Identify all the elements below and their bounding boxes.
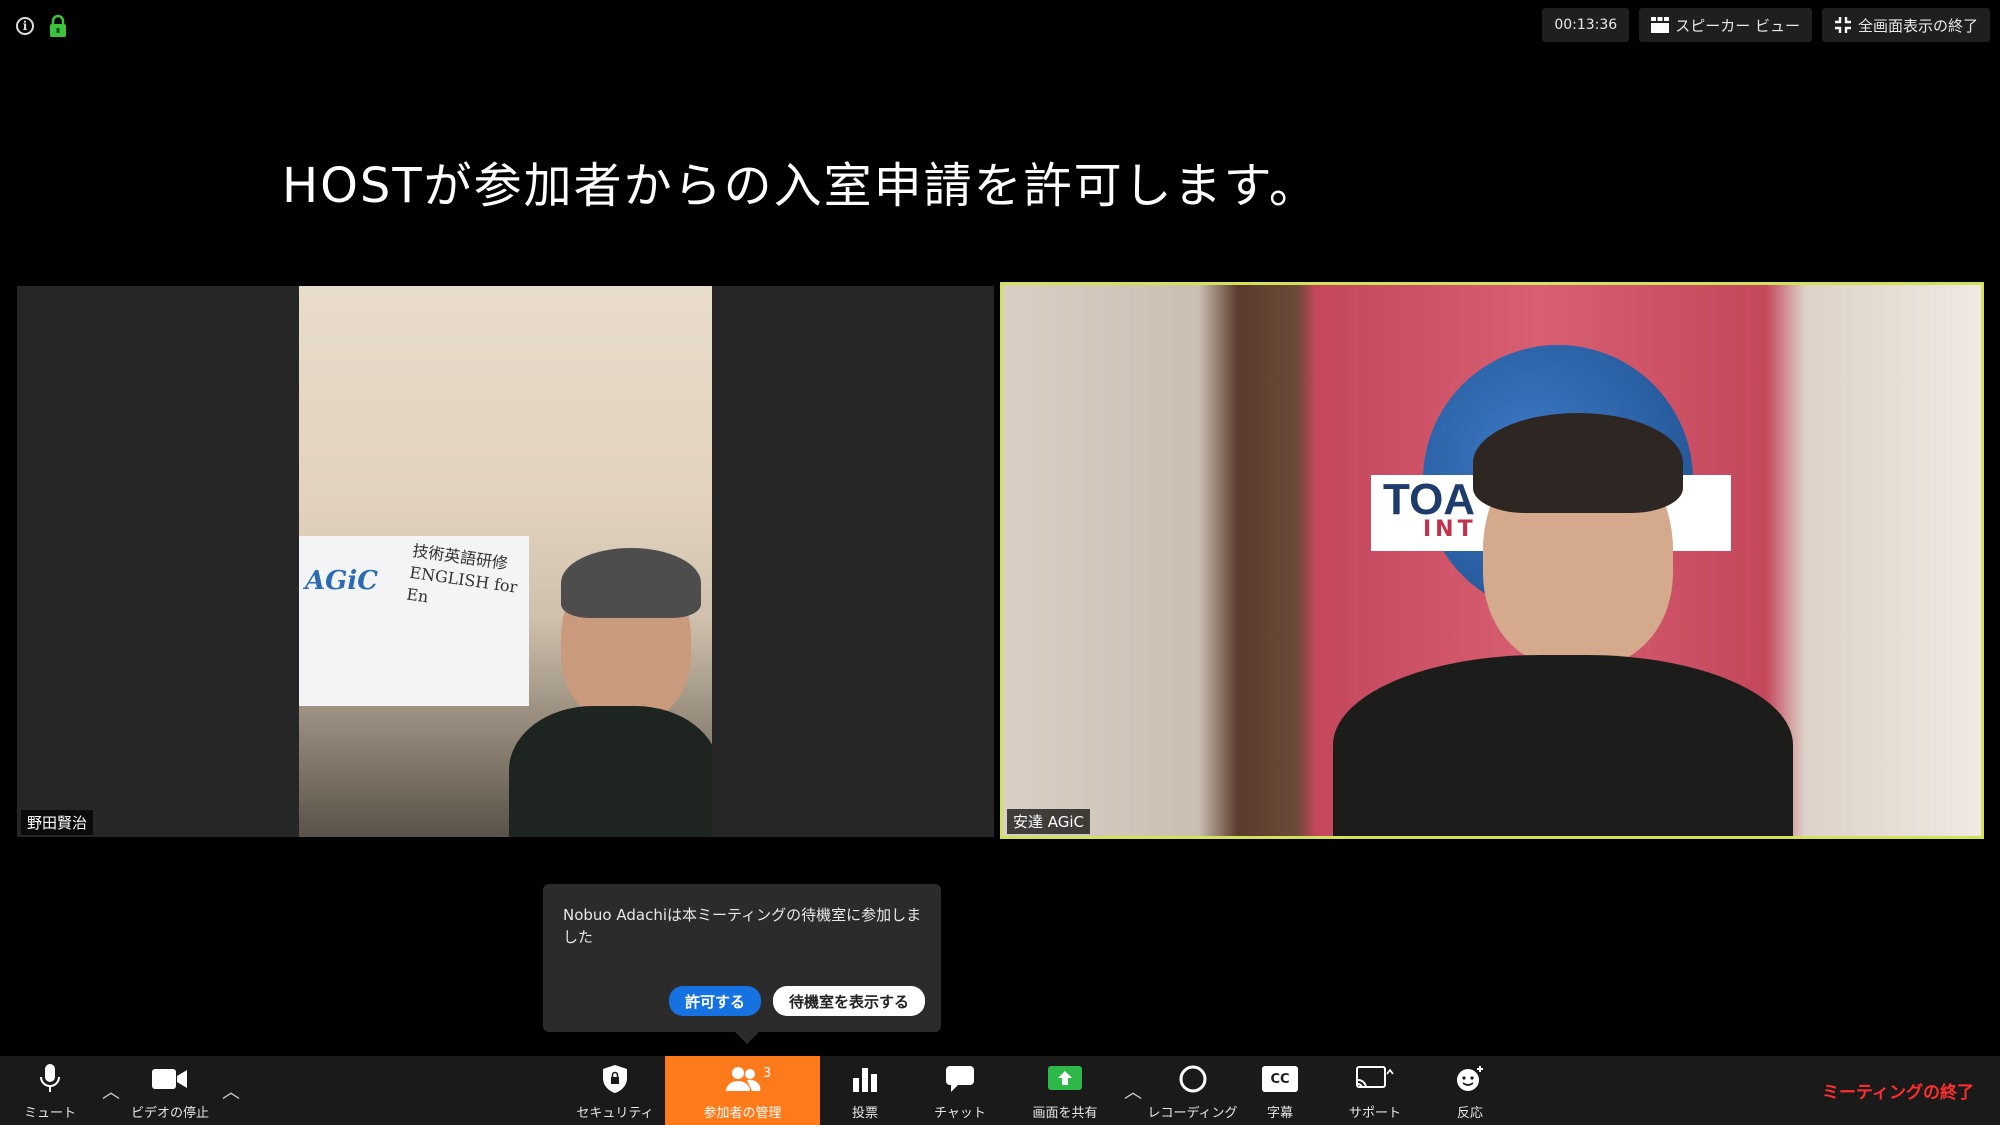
share-screen-button[interactable]: 画面を共有 bbox=[1015, 1056, 1115, 1125]
closed-captions-icon: CC bbox=[1262, 1066, 1298, 1092]
reactions-button[interactable]: 反応 bbox=[1440, 1056, 1500, 1125]
share-options-chevron-icon[interactable]: ︿ bbox=[1124, 1078, 1142, 1104]
security-button[interactable]: セキュリティ bbox=[570, 1056, 660, 1125]
support-button[interactable]: サポート bbox=[1335, 1056, 1415, 1125]
manage-participants-button[interactable]: 3 参加者の管理 bbox=[665, 1056, 820, 1125]
support-label: サポート bbox=[1348, 1106, 1401, 1121]
smiley-plus-icon bbox=[1457, 1066, 1483, 1091]
participants-count-badge: 3 bbox=[763, 1066, 772, 1081]
chat-button[interactable]: チャット bbox=[920, 1056, 1000, 1125]
meeting-toolbar: ミュート ︿ ビデオの停止 ︿ セキュリティ 3 参加者の管理 投票 チャット … bbox=[0, 1056, 2000, 1125]
participant-video: AGiC 技術英語研修 ENGLISH for En bbox=[299, 286, 712, 837]
audio-options-chevron-icon[interactable]: ︿ bbox=[102, 1078, 120, 1104]
speaker-view-button[interactable]: スピーカー ビュー bbox=[1639, 8, 1812, 42]
admit-button[interactable]: 許可する bbox=[668, 986, 761, 1016]
video-options-chevron-icon[interactable]: ︿ bbox=[222, 1078, 240, 1104]
stop-video-label: ビデオの停止 bbox=[130, 1106, 209, 1121]
notification-actions: 許可する 待機室を表示する bbox=[668, 986, 925, 1016]
security-label: セキュリティ bbox=[576, 1106, 654, 1121]
mute-label: ミュート bbox=[23, 1106, 76, 1121]
participant-body bbox=[509, 706, 712, 837]
participant-hair bbox=[561, 548, 701, 618]
bar-chart-icon bbox=[853, 1068, 877, 1092]
video-tile-right-active-speaker[interactable]: TOA INT 安達 AGiC bbox=[1000, 282, 1984, 839]
microphone-icon bbox=[40, 1064, 60, 1092]
video-camera-icon bbox=[152, 1069, 187, 1089]
poster-text: 技術英語研修 ENGLISH for En bbox=[405, 540, 533, 622]
support-cast-icon bbox=[1356, 1066, 1394, 1089]
manage-participants-label: 参加者の管理 bbox=[703, 1106, 782, 1121]
polls-button[interactable]: 投票 bbox=[830, 1056, 900, 1125]
captions-label: 字幕 bbox=[1266, 1106, 1293, 1121]
video-tile-left[interactable]: AGiC 技術英語研修 ENGLISH for En 野田賢治 bbox=[17, 286, 994, 837]
end-meeting-button[interactable]: ミーティングの終了 bbox=[1822, 1078, 1974, 1103]
reactions-label: 反応 bbox=[1456, 1106, 1483, 1121]
wall-poster: AGiC 技術英語研修 ENGLISH for En bbox=[299, 536, 529, 706]
chat-label: チャット bbox=[934, 1106, 986, 1121]
banner-sign-sub: INT bbox=[1423, 517, 1477, 542]
top-left-status: i bbox=[16, 14, 68, 38]
meeting-timer: 00:13:36 bbox=[1542, 8, 1630, 42]
stop-video-button[interactable]: ビデオの停止 bbox=[120, 1056, 220, 1125]
shield-icon bbox=[603, 1065, 627, 1093]
speaker-view-label: スピーカー ビュー bbox=[1675, 16, 1800, 35]
exit-fullscreen-icon bbox=[1834, 17, 1851, 33]
participants-icon bbox=[725, 1067, 760, 1091]
recording-button[interactable]: レコーディング bbox=[1145, 1056, 1240, 1125]
top-right-controls: 00:13:36 スピーカー ビュー 全画面表示の終了 bbox=[1542, 8, 1990, 42]
recording-label: レコーディング bbox=[1147, 1106, 1238, 1121]
see-waiting-room-button[interactable]: 待機室を表示する bbox=[772, 986, 925, 1016]
waiting-room-notification: Nobuo Adachiは本ミーティングの待機室に参加しました 許可する 待機室… bbox=[543, 884, 941, 1044]
share-screen-icon bbox=[1048, 1066, 1082, 1090]
grid-icon bbox=[1651, 17, 1670, 33]
shared-screen-banner: HOSTが参加者からの入室申請を許可します。 bbox=[282, 158, 1319, 214]
exit-fullscreen-button[interactable]: 全画面表示の終了 bbox=[1821, 8, 1990, 42]
poster-logo: AGiC bbox=[305, 566, 378, 596]
lock-icon[interactable] bbox=[48, 14, 68, 38]
participant-name-tag: 安達 AGiC bbox=[1007, 809, 1091, 834]
record-icon bbox=[1179, 1065, 1206, 1093]
participant-hair bbox=[1473, 413, 1683, 513]
notification-message: Nobuo Adachiは本ミーティングの待機室に参加しました bbox=[563, 906, 922, 946]
share-screen-label: 画面を共有 bbox=[1032, 1106, 1098, 1121]
participant-name-tag: 野田賢治 bbox=[21, 810, 94, 835]
captions-button[interactable]: CC 字幕 bbox=[1250, 1056, 1310, 1125]
exit-fullscreen-label: 全画面表示の終了 bbox=[1857, 16, 1978, 35]
participant-body bbox=[1333, 655, 1793, 836]
info-icon[interactable]: i bbox=[16, 17, 34, 35]
mute-button[interactable]: ミュート bbox=[10, 1056, 90, 1125]
polls-label: 投票 bbox=[851, 1106, 878, 1121]
chat-icon bbox=[946, 1066, 974, 1092]
